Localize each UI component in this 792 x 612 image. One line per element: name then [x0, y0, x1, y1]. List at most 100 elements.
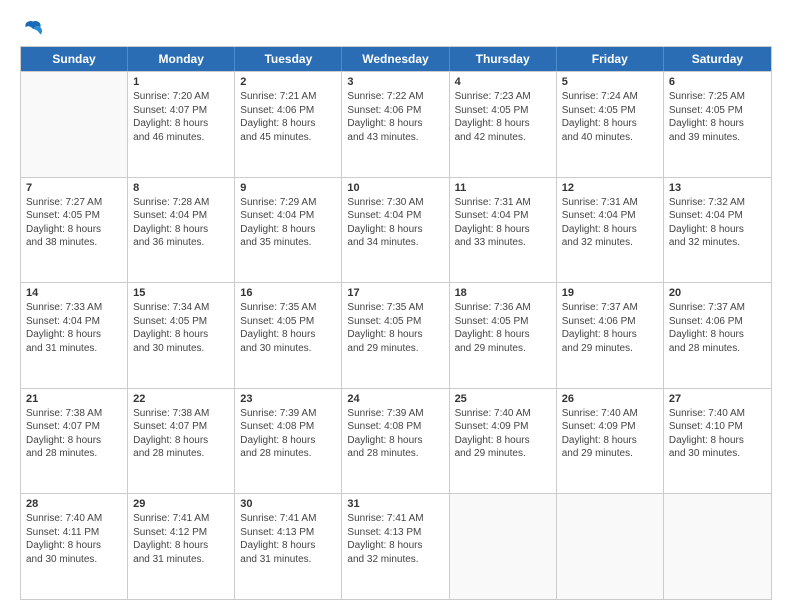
day-cell-2: 2Sunrise: 7:21 AM Sunset: 4:06 PM Daylig… [235, 72, 342, 177]
day-cell-6: 6 Sunrise: 7:25 AM Sunset: 4:05 PM Daylig… [664, 72, 771, 177]
day-number: 17 [347, 287, 443, 299]
day-cell-19: 19Sunrise: 7:37 AM Sunset: 4:06 PM Dayli… [557, 283, 664, 388]
day-detail: Sunrise: 7:32 AM Sunset: 4:04 PM Dayligh… [669, 196, 766, 250]
day-cell-25: 25Sunrise: 7:40 AM Sunset: 4:09 PM Dayli… [450, 389, 557, 494]
calendar-row-3: 21 Sunrise: 7:38 AM Sunset: 4:07 PM Dayli… [21, 388, 771, 494]
day-number: 11 [455, 182, 551, 194]
day-detail: Sunrise: 7:31 AM Sunset: 4:04 PM Dayligh… [455, 196, 551, 250]
day-cell-23: 23 Sunrise: 7:39 AM Sunset: 4:08 PM Dayli… [235, 389, 342, 494]
day-cell-9: 9 Sunrise: 7:29 AM Sunset: 4:04 PM Daylig… [235, 178, 342, 283]
day-cell-16: 16Sunrise: 7:35 AM Sunset: 4:05 PM Dayli… [235, 283, 342, 388]
day-number: 21 [26, 393, 122, 405]
calendar-row-0: 1 Sunrise: 7:20 AM Sunset: 4:07 PM Daylig… [21, 71, 771, 177]
day-detail: Sunrise: 7:28 AM Sunset: 4:04 PM Dayligh… [133, 196, 229, 250]
day-detail: Sunrise: 7:31 AM Sunset: 4:04 PM Dayligh… [562, 196, 658, 250]
day-number: 15 [133, 287, 229, 299]
day-cell-17: 17 Sunrise: 7:35 AM Sunset: 4:05 PM Dayli… [342, 283, 449, 388]
day-cell-24: 24 Sunrise: 7:39 AM Sunset: 4:08 PM Dayli… [342, 389, 449, 494]
day-number: 7 [26, 182, 122, 194]
day-number: 6 [669, 76, 766, 88]
calendar-grid: SundayMondayTuesdayWednesdayThursdayFrid… [20, 46, 772, 600]
weekday-header-thursday: Thursday [450, 47, 557, 71]
day-detail: Sunrise: 7:22 AM Sunset: 4:06 PM Dayligh… [347, 90, 443, 144]
day-detail: Sunrise: 7:40 AM Sunset: 4:10 PM Dayligh… [669, 407, 766, 461]
day-cell-27: 27 Sunrise: 7:40 AM Sunset: 4:10 PM Dayli… [664, 389, 771, 494]
day-number: 25 [455, 393, 551, 405]
calendar-row-2: 14 Sunrise: 7:33 AM Sunset: 4:04 PM Dayli… [21, 282, 771, 388]
day-cell-26: 26 Sunrise: 7:40 AM Sunset: 4:09 PM Dayli… [557, 389, 664, 494]
day-detail: Sunrise: 7:41 AM Sunset: 4:13 PM Dayligh… [347, 512, 443, 566]
weekday-header-sunday: Sunday [21, 47, 128, 71]
day-number: 5 [562, 76, 658, 88]
day-cell-18: 18 Sunrise: 7:36 AM Sunset: 4:05 PM Dayli… [450, 283, 557, 388]
day-cell-28: 28Sunrise: 7:40 AM Sunset: 4:11 PM Dayli… [21, 494, 128, 599]
day-cell-7: 7 Sunrise: 7:27 AM Sunset: 4:05 PM Daylig… [21, 178, 128, 283]
day-number: 9 [240, 182, 336, 194]
empty-cell-4-5 [557, 494, 664, 599]
day-number: 20 [669, 287, 766, 299]
calendar-header: SundayMondayTuesdayWednesdayThursdayFrid… [21, 47, 771, 71]
day-cell-8: 8 Sunrise: 7:28 AM Sunset: 4:04 PM Daylig… [128, 178, 235, 283]
day-number: 18 [455, 287, 551, 299]
weekday-header-friday: Friday [557, 47, 664, 71]
page-header [20, 16, 772, 38]
day-cell-22: 22 Sunrise: 7:38 AM Sunset: 4:07 PM Dayli… [128, 389, 235, 494]
day-cell-14: 14 Sunrise: 7:33 AM Sunset: 4:04 PM Dayli… [21, 283, 128, 388]
weekday-header-saturday: Saturday [664, 47, 771, 71]
day-detail: Sunrise: 7:37 AM Sunset: 4:06 PM Dayligh… [669, 301, 766, 355]
day-cell-11: 11 Sunrise: 7:31 AM Sunset: 4:04 PM Dayli… [450, 178, 557, 283]
day-number: 19 [562, 287, 658, 299]
day-cell-5: 5 Sunrise: 7:24 AM Sunset: 4:05 PM Daylig… [557, 72, 664, 177]
day-cell-3: 3 Sunrise: 7:22 AM Sunset: 4:06 PM Daylig… [342, 72, 449, 177]
day-number: 24 [347, 393, 443, 405]
calendar-body: 1 Sunrise: 7:20 AM Sunset: 4:07 PM Daylig… [21, 71, 771, 599]
day-detail: Sunrise: 7:34 AM Sunset: 4:05 PM Dayligh… [133, 301, 229, 355]
day-cell-15: 15 Sunrise: 7:34 AM Sunset: 4:05 PM Dayli… [128, 283, 235, 388]
weekday-header-tuesday: Tuesday [235, 47, 342, 71]
day-detail: Sunrise: 7:41 AM Sunset: 4:13 PM Dayligh… [240, 512, 336, 566]
day-detail: Sunrise: 7:39 AM Sunset: 4:08 PM Dayligh… [347, 407, 443, 461]
day-detail: Sunrise: 7:20 AM Sunset: 4:07 PM Dayligh… [133, 90, 229, 144]
day-detail: Sunrise: 7:36 AM Sunset: 4:05 PM Dayligh… [455, 301, 551, 355]
empty-cell-4-4 [450, 494, 557, 599]
day-cell-20: 20 Sunrise: 7:37 AM Sunset: 4:06 PM Dayli… [664, 283, 771, 388]
day-detail: Sunrise: 7:41 AM Sunset: 4:12 PM Dayligh… [133, 512, 229, 566]
day-detail: Sunrise: 7:24 AM Sunset: 4:05 PM Dayligh… [562, 90, 658, 144]
day-detail: Sunrise: 7:29 AM Sunset: 4:04 PM Dayligh… [240, 196, 336, 250]
day-detail: Sunrise: 7:35 AM Sunset: 4:05 PM Dayligh… [347, 301, 443, 355]
day-detail: Sunrise: 7:33 AM Sunset: 4:04 PM Dayligh… [26, 301, 122, 355]
day-number: 2 [240, 76, 336, 88]
day-number: 13 [669, 182, 766, 194]
day-detail: Sunrise: 7:38 AM Sunset: 4:07 PM Dayligh… [26, 407, 122, 461]
day-number: 3 [347, 76, 443, 88]
day-number: 27 [669, 393, 766, 405]
empty-cell-4-6 [664, 494, 771, 599]
day-number: 16 [240, 287, 336, 299]
day-cell-12: 12 Sunrise: 7:31 AM Sunset: 4:04 PM Dayli… [557, 178, 664, 283]
day-detail: Sunrise: 7:23 AM Sunset: 4:05 PM Dayligh… [455, 90, 551, 144]
day-number: 29 [133, 498, 229, 510]
weekday-header-wednesday: Wednesday [342, 47, 449, 71]
day-cell-29: 29 Sunrise: 7:41 AM Sunset: 4:12 PM Dayli… [128, 494, 235, 599]
weekday-header-monday: Monday [128, 47, 235, 71]
day-cell-31: 31 Sunrise: 7:41 AM Sunset: 4:13 PM Dayli… [342, 494, 449, 599]
day-number: 12 [562, 182, 658, 194]
day-number: 14 [26, 287, 122, 299]
day-cell-1: 1 Sunrise: 7:20 AM Sunset: 4:07 PM Daylig… [128, 72, 235, 177]
day-number: 23 [240, 393, 336, 405]
day-cell-30: 30Sunrise: 7:41 AM Sunset: 4:13 PM Dayli… [235, 494, 342, 599]
day-number: 28 [26, 498, 122, 510]
empty-cell-0-0 [21, 72, 128, 177]
day-number: 8 [133, 182, 229, 194]
day-number: 1 [133, 76, 229, 88]
day-detail: Sunrise: 7:38 AM Sunset: 4:07 PM Dayligh… [133, 407, 229, 461]
day-detail: Sunrise: 7:25 AM Sunset: 4:05 PM Dayligh… [669, 90, 766, 144]
day-cell-13: 13 Sunrise: 7:32 AM Sunset: 4:04 PM Dayli… [664, 178, 771, 283]
day-number: 31 [347, 498, 443, 510]
day-number: 22 [133, 393, 229, 405]
day-detail: Sunrise: 7:39 AM Sunset: 4:08 PM Dayligh… [240, 407, 336, 461]
day-number: 26 [562, 393, 658, 405]
day-detail: Sunrise: 7:40 AM Sunset: 4:09 PM Dayligh… [562, 407, 658, 461]
day-cell-21: 21 Sunrise: 7:38 AM Sunset: 4:07 PM Dayli… [21, 389, 128, 494]
day-detail: Sunrise: 7:27 AM Sunset: 4:05 PM Dayligh… [26, 196, 122, 250]
